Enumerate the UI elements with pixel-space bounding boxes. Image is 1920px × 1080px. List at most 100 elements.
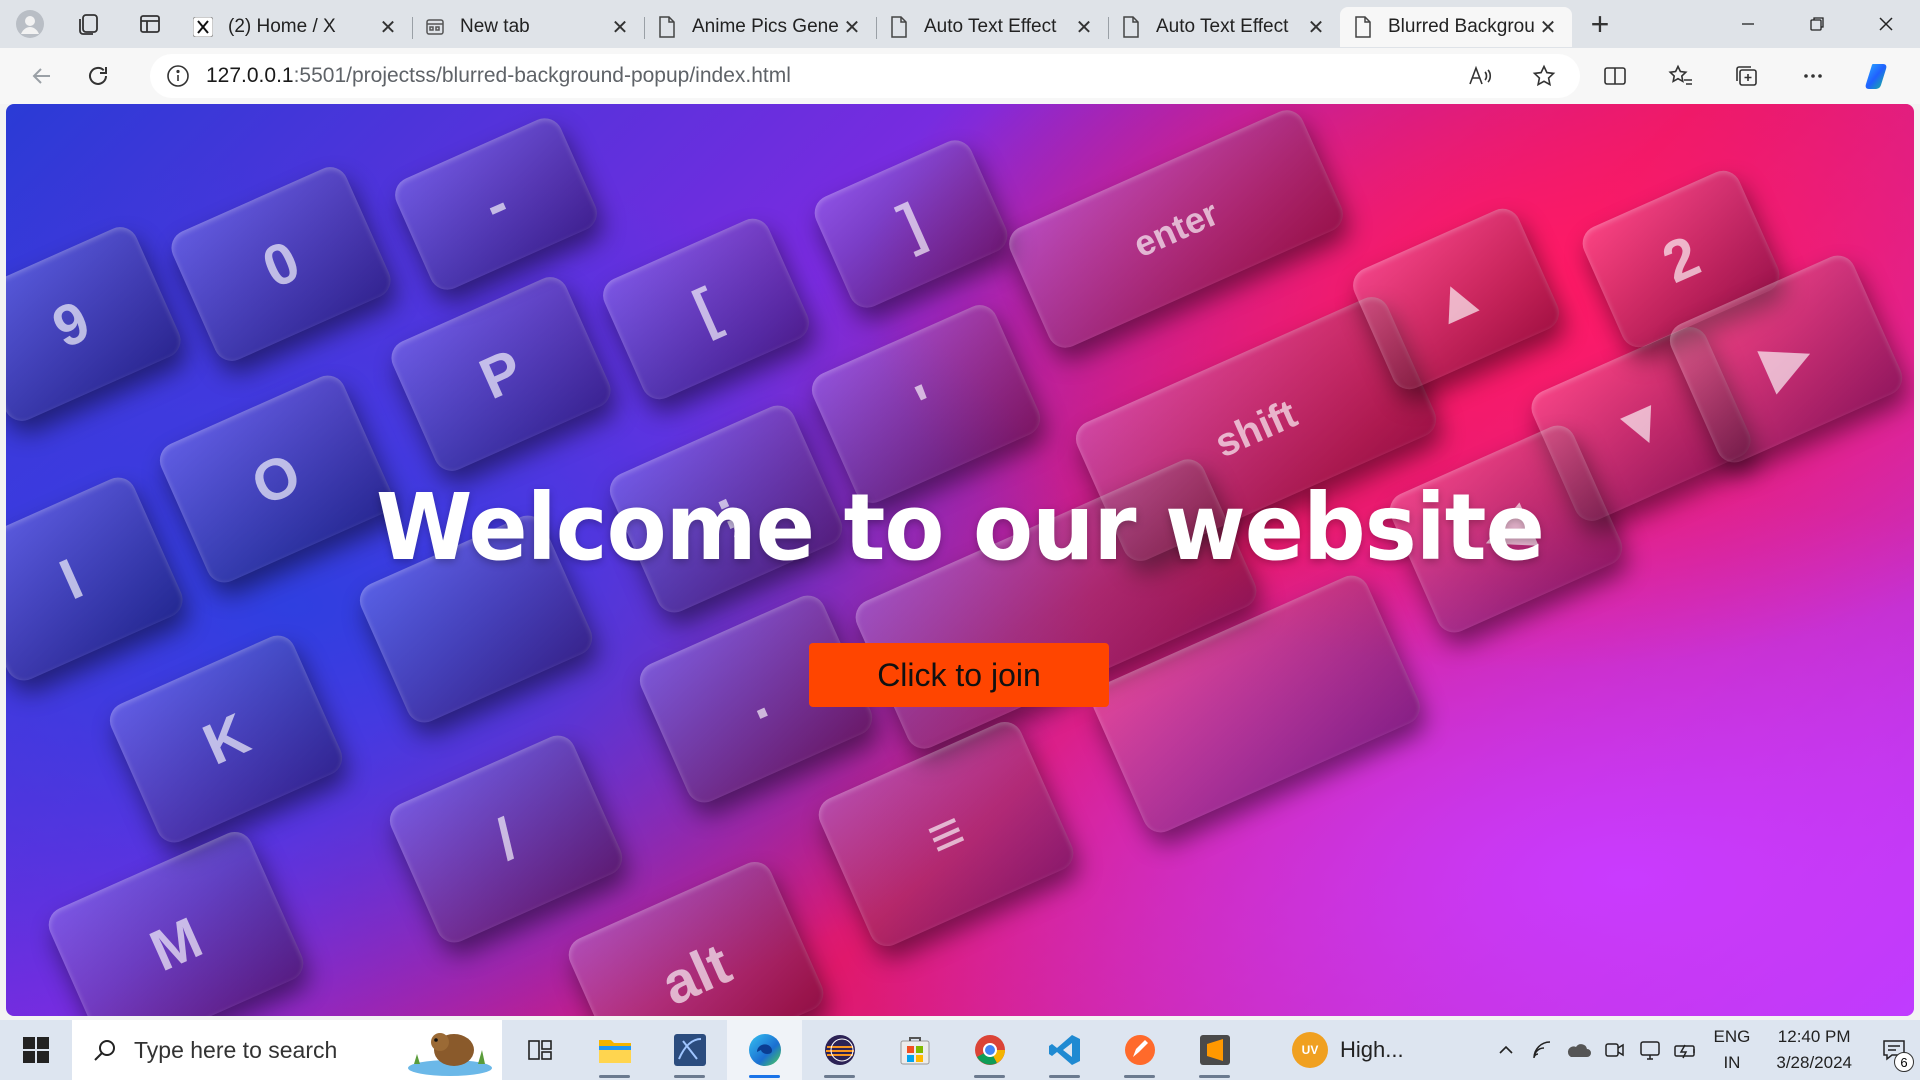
notification-center-button[interactable]: 6 bbox=[1868, 1020, 1920, 1080]
weather-widget[interactable]: UV High... bbox=[1292, 1032, 1404, 1068]
store-icon bbox=[900, 1037, 929, 1065]
tab-actions-button[interactable] bbox=[120, 0, 180, 48]
close-icon[interactable]: ✕ bbox=[376, 15, 400, 39]
tab-auto-text-effect-2[interactable]: Auto Text Effect ✕ bbox=[1108, 7, 1340, 47]
folder-icon bbox=[598, 1040, 631, 1063]
vertical-tabs-icon bbox=[140, 15, 160, 33]
new-tab-button[interactable]: + bbox=[1572, 0, 1628, 48]
workspaces-button[interactable] bbox=[60, 0, 120, 48]
tab-anime-pics[interactable]: Anime Pics Gene ✕ bbox=[644, 7, 876, 47]
taskbar-chrome[interactable] bbox=[952, 1020, 1027, 1080]
onedrive-cloud-icon[interactable] bbox=[1560, 1020, 1596, 1080]
page-icon bbox=[1120, 16, 1142, 38]
task-view-icon bbox=[527, 1040, 552, 1060]
split-screen-icon bbox=[1604, 67, 1626, 85]
pen-app-icon bbox=[1124, 1035, 1155, 1065]
region-code: IN bbox=[1723, 1053, 1741, 1072]
window-controls bbox=[1713, 0, 1920, 48]
sublime-text-icon bbox=[1199, 1035, 1230, 1065]
app-icon bbox=[673, 1034, 706, 1066]
taskbar-app-blue[interactable] bbox=[652, 1020, 727, 1080]
taskbar-search[interactable]: Type here to search bbox=[72, 1020, 502, 1080]
collections-button[interactable] bbox=[1714, 48, 1780, 104]
close-icon[interactable]: ✕ bbox=[1304, 15, 1328, 39]
close-icon[interactable]: ✕ bbox=[1536, 15, 1560, 39]
start-button[interactable] bbox=[0, 1020, 72, 1080]
minimize-button[interactable] bbox=[1713, 0, 1782, 48]
weather-text: High... bbox=[1340, 1037, 1404, 1062]
hero-title: Welcome to our website bbox=[376, 474, 1545, 581]
favorites-button[interactable] bbox=[1648, 48, 1714, 104]
copilot-button[interactable] bbox=[1846, 48, 1912, 104]
tab-auto-text-effect-1[interactable]: Auto Text Effect ✕ bbox=[876, 7, 1108, 47]
eclipse-icon bbox=[824, 1035, 855, 1065]
display-settings-icon[interactable] bbox=[1632, 1020, 1668, 1080]
copilot-icon bbox=[1865, 64, 1887, 89]
taskbar-file-explorer[interactable] bbox=[577, 1020, 652, 1080]
plus-icon: + bbox=[1590, 5, 1610, 42]
close-icon bbox=[1878, 17, 1893, 31]
show-hidden-icons-chevron-icon[interactable] bbox=[1488, 1020, 1524, 1080]
clock-time: 12:40 PM bbox=[1777, 1027, 1851, 1046]
vscode-icon bbox=[1048, 1035, 1080, 1065]
tab-blurred-background[interactable]: Blurred Backgrou ✕ bbox=[1340, 7, 1572, 47]
restore-icon bbox=[1809, 17, 1824, 31]
read-aloud-button[interactable] bbox=[1450, 48, 1510, 104]
url-path: :5501/projectss/blurred-background-popup… bbox=[293, 64, 791, 87]
new-tab-icon bbox=[424, 16, 446, 38]
clock[interactable]: 12:40 PM 3/28/2024 bbox=[1776, 1024, 1852, 1076]
battery-charging-icon[interactable] bbox=[1668, 1020, 1704, 1080]
taskbar-sublime[interactable] bbox=[1177, 1020, 1252, 1080]
language-indicator[interactable]: ENG IN bbox=[1714, 1024, 1751, 1076]
refresh-button[interactable] bbox=[70, 48, 126, 104]
minimize-icon bbox=[1741, 23, 1754, 25]
meet-now-icon[interactable] bbox=[1596, 1020, 1632, 1080]
windows-taskbar: Type here to search UV High... ENG IN 12… bbox=[0, 1020, 1920, 1080]
tab-title: Auto Text Effect bbox=[924, 16, 1057, 37]
close-window-button[interactable] bbox=[1851, 0, 1920, 48]
taskbar-app-orange[interactable] bbox=[1102, 1020, 1177, 1080]
back-arrow-icon bbox=[32, 68, 50, 84]
taskbar-vscode[interactable] bbox=[1027, 1020, 1102, 1080]
page-viewport: 9 0 P O I K ; [ - ' ] enter shift ▲ ▼ ◀ … bbox=[6, 104, 1914, 1016]
search-highlight-illustration bbox=[408, 1033, 492, 1076]
tab-title: (2) Home / X bbox=[228, 16, 336, 37]
hero-section: Welcome to our website Click to join bbox=[6, 104, 1914, 1016]
taskbar-edge[interactable] bbox=[727, 1020, 802, 1080]
profile-avatar-icon bbox=[16, 10, 44, 38]
page-icon bbox=[888, 16, 910, 38]
tab-strip: (2) Home / X ✕ New tab ✕ Anime Pics Gene… bbox=[0, 0, 1920, 48]
join-button[interactable]: Click to join bbox=[809, 643, 1109, 707]
favorites-star-list-icon bbox=[1668, 64, 1692, 85]
address-bar[interactable]: 127.0.0.1:5501/projectss/blurred-backgro… bbox=[150, 54, 1580, 98]
tab-home-x[interactable]: (2) Home / X ✕ bbox=[180, 7, 412, 47]
back-button[interactable] bbox=[14, 48, 70, 104]
edge-browser-icon bbox=[748, 1034, 781, 1066]
task-view-button[interactable] bbox=[502, 1020, 577, 1080]
site-info-icon[interactable] bbox=[150, 64, 206, 88]
tab-title: Auto Text Effect bbox=[1156, 16, 1289, 37]
profile-button[interactable] bbox=[0, 0, 60, 48]
search-icon bbox=[94, 1040, 115, 1061]
split-screen-button[interactable] bbox=[1582, 48, 1648, 104]
tab-title: New tab bbox=[460, 16, 530, 37]
close-icon[interactable]: ✕ bbox=[840, 15, 864, 39]
notification-count-badge: 6 bbox=[1894, 1052, 1914, 1072]
tab-title: Anime Pics Gene bbox=[692, 16, 839, 37]
uv-index-icon: UV bbox=[1292, 1032, 1328, 1068]
taskbar-microsoft-store[interactable] bbox=[877, 1020, 952, 1080]
browser-toolbar: 127.0.0.1:5501/projectss/blurred-backgro… bbox=[0, 48, 1920, 104]
taskbar-eclipse[interactable] bbox=[802, 1020, 877, 1080]
settings-more-button[interactable] bbox=[1780, 48, 1846, 104]
tab-new-tab[interactable]: New tab ✕ bbox=[412, 7, 644, 47]
url-text[interactable]: 127.0.0.1:5501/projectss/blurred-backgro… bbox=[206, 64, 1450, 88]
network-icon[interactable] bbox=[1524, 1020, 1560, 1080]
restore-button[interactable] bbox=[1782, 0, 1851, 48]
page-icon bbox=[656, 16, 678, 38]
workspaces-icon bbox=[79, 14, 98, 35]
close-icon[interactable]: ✕ bbox=[1072, 15, 1096, 39]
url-host: 127.0.0.1 bbox=[206, 64, 294, 87]
close-icon[interactable]: ✕ bbox=[608, 15, 632, 39]
favorite-button[interactable] bbox=[1514, 48, 1574, 104]
chrome-icon bbox=[974, 1035, 1005, 1065]
